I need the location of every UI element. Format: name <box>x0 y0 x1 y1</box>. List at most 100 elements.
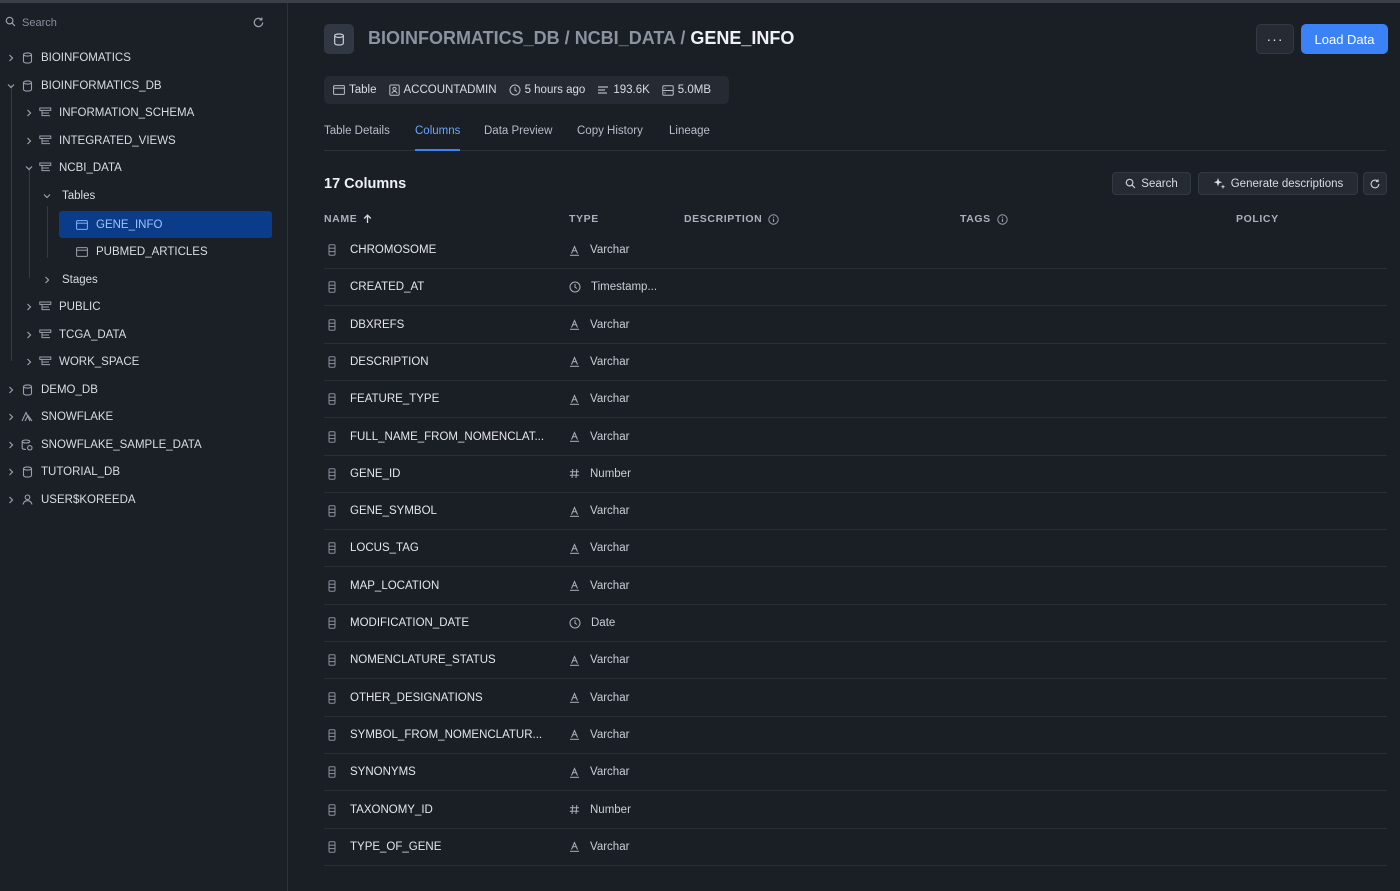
tree-item-bioinformatics-db[interactable]: BIOINFORMATICS_DB <box>4 72 162 99</box>
breadcrumb-schema[interactable]: NCBI_DATA <box>575 28 676 48</box>
tree-item-work-space[interactable]: WORK_SPACE <box>22 348 139 375</box>
tree-item-pubmed-articles[interactable]: PUBMED_ARTICLES <box>73 238 208 265</box>
column-handle-icon[interactable] <box>328 542 336 557</box>
load-data-button[interactable]: Load Data <box>1301 24 1388 54</box>
column-row[interactable]: OTHER_DESIGNATIONS Varchar <box>324 680 1387 717</box>
column-handle-icon[interactable] <box>328 356 336 371</box>
sidebar-search-input[interactable]: Search <box>22 17 57 29</box>
chevron-down-icon[interactable] <box>22 164 36 172</box>
chevron-down-icon[interactable] <box>40 192 54 200</box>
column-row[interactable]: GENE_ID Number <box>324 456 1387 493</box>
refresh-columns-button[interactable] <box>1363 172 1387 195</box>
column-handle-icon[interactable] <box>328 803 336 819</box>
column-handle-icon[interactable] <box>328 318 336 334</box>
column-handle-icon[interactable] <box>328 766 336 781</box>
column-name[interactable]: FULL_NAME_FROM_NOMENCLAT... <box>350 431 544 443</box>
tree-item-tables[interactable]: Tables <box>40 182 95 209</box>
column-name[interactable]: LOCUS_TAG <box>350 542 419 554</box>
column-name[interactable]: SYMBOL_FROM_NOMENCLATUR... <box>350 729 542 741</box>
column-row[interactable]: FEATURE_TYPE Varchar <box>324 381 1387 419</box>
column-name[interactable]: TAXONOMY_ID <box>350 804 433 816</box>
tree-item-demo-db[interactable]: DEMO_DB <box>4 376 98 403</box>
chevron-right-icon[interactable] <box>4 441 18 449</box>
column-name[interactable]: SYNONYMS <box>350 766 416 778</box>
column-name[interactable]: GENE_ID <box>350 468 401 480</box>
sidebar-search[interactable]: Search <box>0 11 288 35</box>
column-name[interactable]: CREATED_AT <box>350 281 424 293</box>
column-handle-icon[interactable] <box>328 393 336 408</box>
tab-data-preview[interactable]: Data Preview <box>484 125 552 151</box>
header-policy[interactable]: POLICY <box>1236 213 1279 225</box>
tree-item-ncbi-data[interactable]: NCBI_DATA <box>22 154 122 181</box>
chevron-right-icon[interactable] <box>22 109 36 117</box>
generate-descriptions-button[interactable]: Generate descriptions <box>1198 172 1358 195</box>
column-row[interactable]: LOCUS_TAG Varchar <box>324 530 1387 568</box>
column-name[interactable]: OTHER_DESIGNATIONS <box>350 692 483 704</box>
tree-item-snowflake-sample-data[interactable]: SNOWFLAKE_SAMPLE_DATA <box>4 431 202 458</box>
column-row[interactable]: CREATED_AT Timestamp... <box>324 269 1387 307</box>
column-name[interactable]: GENE_SYMBOL <box>350 505 437 517</box>
column-row[interactable]: FULL_NAME_FROM_NOMENCLAT... Varchar <box>324 419 1387 456</box>
chevron-right-icon[interactable] <box>4 496 18 504</box>
column-handle-icon[interactable] <box>328 430 336 446</box>
chevron-right-icon[interactable] <box>22 137 36 145</box>
breadcrumb-database[interactable]: BIOINFORMATICS_DB <box>368 28 560 48</box>
tree-item-user-koreeda[interactable]: USER$KOREEDA <box>4 486 136 513</box>
column-row[interactable]: TAXONOMY_ID Number <box>324 792 1387 829</box>
header-tags[interactable]: TAGS <box>960 213 1008 225</box>
column-handle-icon[interactable] <box>328 729 336 744</box>
chevron-right-icon[interactable] <box>4 468 18 476</box>
tree-item-gene-info[interactable]: GENE_INFO <box>59 211 272 238</box>
column-name[interactable]: FEATURE_TYPE <box>350 393 439 405</box>
tree-item-snowflake[interactable]: SNOWFLAKE <box>4 403 113 430</box>
column-row[interactable]: SYNONYMS Varchar <box>324 754 1387 792</box>
header-type[interactable]: TYPE <box>569 213 599 225</box>
column-row[interactable]: TYPE_OF_GENE Varchar <box>324 829 1387 866</box>
column-row[interactable]: DBXREFS Varchar <box>324 307 1387 344</box>
tree-item-information-schema[interactable]: INFORMATION_SCHEMA <box>22 99 194 126</box>
chevron-right-icon[interactable] <box>22 303 36 311</box>
column-row[interactable]: MAP_LOCATION Varchar <box>324 568 1387 605</box>
column-name[interactable]: DESCRIPTION <box>350 356 429 368</box>
column-row[interactable]: DESCRIPTION Varchar <box>324 344 1387 381</box>
column-handle-icon[interactable] <box>328 617 336 632</box>
column-handle-icon[interactable] <box>328 841 336 856</box>
tree-item-bioinfomatics[interactable]: BIOINFOMATICS <box>4 44 131 71</box>
tab-columns[interactable]: Columns <box>415 125 461 151</box>
column-row[interactable]: SYMBOL_FROM_NOMENCLATUR... Varchar <box>324 717 1387 754</box>
tree-item-public[interactable]: PUBLIC <box>22 293 101 320</box>
tree-item-stages[interactable]: Stages <box>40 266 98 293</box>
column-handle-icon[interactable] <box>328 468 336 483</box>
column-name[interactable]: MAP_LOCATION <box>350 580 439 592</box>
tab-table-details[interactable]: Table Details <box>324 125 390 151</box>
chevron-down-icon[interactable] <box>4 82 18 90</box>
column-row[interactable]: MODIFICATION_DATE Date <box>324 605 1387 642</box>
more-options-button[interactable]: ··· <box>1256 24 1294 54</box>
chevron-right-icon[interactable] <box>22 331 36 339</box>
column-handle-icon[interactable] <box>328 244 336 259</box>
column-row[interactable]: CHROMOSOME Varchar <box>324 232 1387 269</box>
tree-item-tcga-data[interactable]: TCGA_DATA <box>22 321 126 348</box>
header-description[interactable]: DESCRIPTION <box>684 213 780 225</box>
chevron-right-icon[interactable] <box>4 413 18 421</box>
column-name[interactable]: TYPE_OF_GENE <box>350 841 441 853</box>
chevron-right-icon[interactable] <box>4 54 18 62</box>
refresh-icon[interactable] <box>252 16 265 32</box>
column-handle-icon[interactable] <box>328 505 336 520</box>
tab-lineage[interactable]: Lineage <box>669 125 710 151</box>
column-handle-icon[interactable] <box>328 281 336 296</box>
column-handle-icon[interactable] <box>328 691 336 707</box>
column-handle-icon[interactable] <box>328 579 336 595</box>
tree-item-tutorial-db[interactable]: TUTORIAL_DB <box>4 458 120 485</box>
column-name[interactable]: CHROMOSOME <box>350 244 436 256</box>
column-name[interactable]: NOMENCLATURE_STATUS <box>350 654 496 666</box>
column-name[interactable]: MODIFICATION_DATE <box>350 617 469 629</box>
chevron-right-icon[interactable] <box>4 386 18 394</box>
tab-copy-history[interactable]: Copy History <box>577 125 643 151</box>
column-handle-icon[interactable] <box>328 654 336 669</box>
column-row[interactable]: GENE_SYMBOL Varchar <box>324 493 1387 531</box>
column-name[interactable]: DBXREFS <box>350 319 404 331</box>
chevron-right-icon[interactable] <box>40 276 54 284</box>
column-row[interactable]: NOMENCLATURE_STATUS Varchar <box>324 642 1387 680</box>
tree-item-integrated-views[interactable]: INTEGRATED_VIEWS <box>22 127 176 154</box>
